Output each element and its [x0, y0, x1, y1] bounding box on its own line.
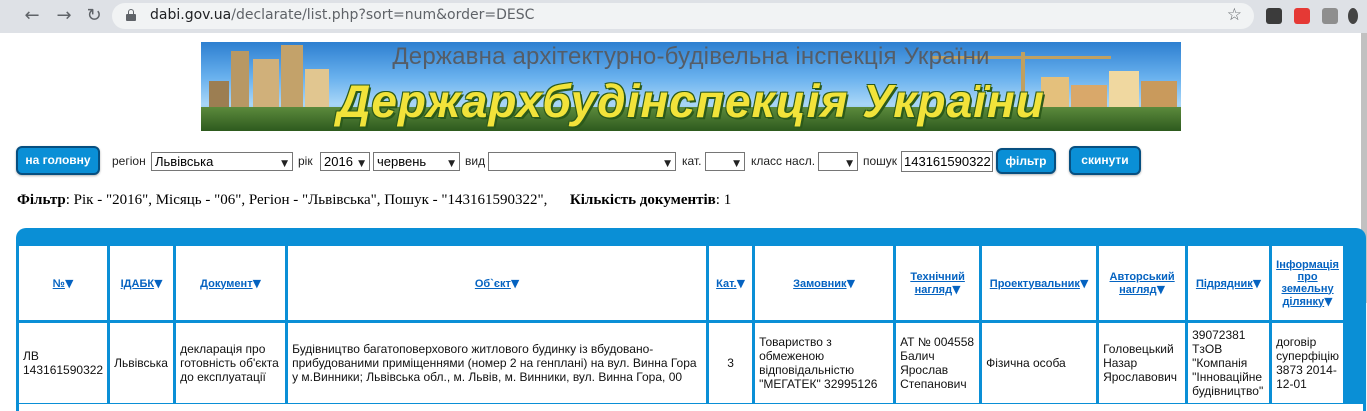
column-header-customer[interactable]: Замовник▼ [755, 246, 894, 320]
cell-land-info: договір суперфіцію 3873 2014-12-01 [1272, 323, 1344, 403]
column-header-category[interactable]: Кат.▼ [709, 246, 753, 320]
cell-object: Будівництво багатоповерхового житлового … [288, 323, 707, 403]
sort-arrow-icon[interactable]: ▼ [737, 277, 745, 290]
sort-arrow-icon[interactable]: ▼ [1324, 295, 1332, 308]
chevron-down-icon: ▼ [281, 159, 288, 169]
results-table: №▼ ІДАБК▼ Документ▼ Об`єкт▼ Кат.▼ Замовн… [16, 243, 1347, 406]
filter-button[interactable]: фільтр [996, 148, 1056, 174]
category-select[interactable]: ▼ [705, 152, 745, 171]
category-label: кат. [682, 154, 702, 168]
table-row[interactable]: ЛВ 143161590322 Львівська декларація про… [19, 323, 1344, 403]
column-header-document[interactable]: Документ▼ [176, 246, 286, 320]
column-header-contractor[interactable]: Підрядник▼ [1188, 246, 1270, 320]
year-select[interactable]: 2016 ▼ [320, 152, 370, 171]
table-next-row [19, 404, 1363, 411]
bookmark-star-icon[interactable]: ☆ [1227, 5, 1242, 25]
region-select[interactable]: Львівська ▼ [151, 152, 293, 171]
filter-summary: Фільтр: Рік - "2016", Місяць - "06", Рег… [17, 192, 732, 208]
address-bar[interactable]: dabi.gov.ua/declarate/list.php?sort=num&… [112, 3, 1254, 29]
forward-icon[interactable]: → [52, 4, 76, 28]
sort-arrow-icon[interactable]: ▼ [952, 283, 960, 296]
banner-subtitle: Державна архітектурно-будівельна інспекц… [392, 43, 990, 70]
lock-icon[interactable] [126, 9, 136, 21]
browser-toolbar: ← → ↻ dabi.gov.ua/declarate/list.php?sor… [0, 0, 1367, 33]
sort-arrow-icon[interactable]: ▼ [511, 277, 519, 290]
chevron-down-icon: ▼ [358, 159, 365, 169]
sort-arrow-icon[interactable]: ▼ [1253, 277, 1261, 290]
cell-designer: Фізична особа [982, 323, 1097, 403]
url-text: dabi.gov.ua/declarate/list.php?sort=num&… [150, 7, 535, 23]
sort-arrow-icon[interactable]: ▼ [1080, 277, 1088, 290]
cell-category: 3 [709, 323, 753, 403]
region-label: регіон [112, 154, 146, 168]
back-icon[interactable]: ← [20, 4, 44, 28]
cell-contractor: 39072381 ТзОВ "Компанія "Інноваційне буд… [1188, 323, 1270, 403]
type-select[interactable]: ▼ [488, 152, 676, 171]
column-header-land-info[interactable]: Інформація про земельну ділянку▼ [1272, 246, 1344, 320]
search-input[interactable]: 143161590322 [901, 151, 993, 172]
type-label: вид [465, 154, 486, 168]
cell-num: ЛВ 143161590322 [19, 323, 108, 403]
extension-icon[interactable] [1294, 8, 1310, 24]
header-banner: Державна архітектурно-будівельна інспекц… [201, 42, 1181, 131]
column-header-tech-supervision[interactable]: Технічний нагляд▼ [896, 246, 980, 320]
column-header-num[interactable]: №▼ [19, 246, 108, 320]
reload-icon[interactable]: ↻ [82, 4, 106, 28]
column-header-author-supervision[interactable]: Авторський нагляд▼ [1099, 246, 1186, 320]
cell-author-supervision: Головецький Назар Ярославович [1099, 323, 1186, 403]
sort-arrow-icon[interactable]: ▼ [253, 277, 261, 290]
column-header-designer[interactable]: Проектувальник▼ [982, 246, 1097, 320]
chevron-down-icon: ▼ [448, 159, 455, 169]
banner-title: Держархбудінспекція України [337, 75, 1045, 127]
extension-icon[interactable] [1266, 8, 1282, 24]
class-label: класс насл. [751, 154, 816, 168]
sort-arrow-icon[interactable]: ▼ [154, 277, 162, 290]
cell-tech-supervision: АТ № 004558 Балич Ярослав Степанович [896, 323, 980, 403]
chevron-down-icon: ▼ [733, 159, 740, 169]
search-label: пошук [863, 154, 898, 168]
sort-arrow-icon[interactable]: ▼ [65, 277, 73, 290]
extension-icon[interactable] [1322, 8, 1338, 24]
column-header-idabk[interactable]: ІДАБК▼ [110, 246, 174, 320]
year-label: рік [298, 154, 313, 168]
cell-idabk: Львівська [110, 323, 174, 403]
chevron-down-icon: ▼ [846, 159, 853, 169]
column-header-object[interactable]: Об`єкт▼ [288, 246, 707, 320]
table-header-row: №▼ ІДАБК▼ Документ▼ Об`єкт▼ Кат.▼ Замовн… [19, 246, 1344, 320]
month-select[interactable]: червень ▼ [373, 152, 460, 171]
sort-arrow-icon[interactable]: ▼ [1157, 283, 1165, 296]
chevron-down-icon: ▼ [664, 159, 671, 169]
class-select[interactable]: ▼ [818, 152, 858, 171]
home-button[interactable]: на головну [16, 146, 100, 175]
reset-button[interactable]: скинути [1069, 146, 1141, 175]
profile-avatar[interactable] [1348, 8, 1358, 24]
cell-customer: Товариство з обмеженою відповідальністю … [755, 323, 894, 403]
sort-arrow-icon[interactable]: ▼ [847, 277, 855, 290]
cell-document: декларація про готовність об'єкта до екс… [176, 323, 286, 403]
